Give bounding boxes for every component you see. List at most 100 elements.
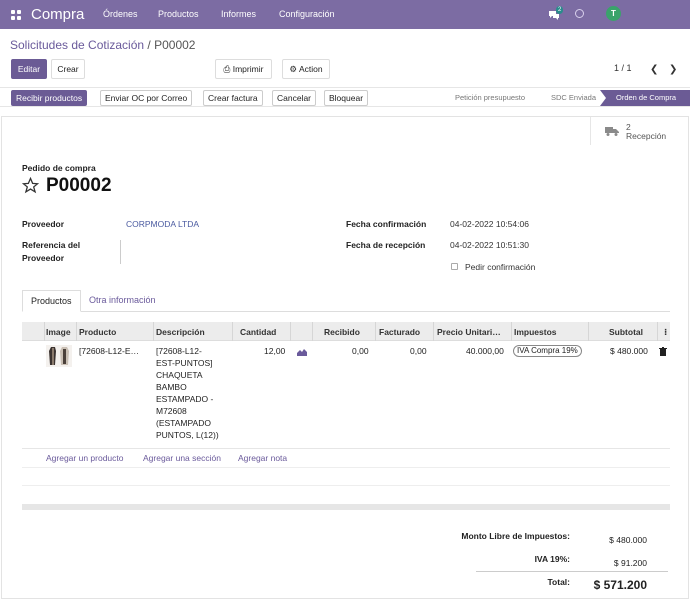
col-sep — [657, 322, 658, 341]
col-unit-price[interactable]: Precio Unitari… — [437, 327, 501, 337]
pager-value[interactable]: 1 / 1 — [614, 63, 632, 73]
row-invoiced: 0,00 — [410, 346, 427, 356]
description-line: M72608 — [156, 406, 187, 416]
total-label: Total: — [547, 577, 570, 587]
optional-columns-icon[interactable]: ⁝ — [664, 327, 667, 338]
receipt-smart-button[interactable]: 2 Recepción — [590, 117, 690, 145]
vendor-ref-label-line1: Referencia del — [22, 240, 81, 250]
untaxed-amount: $ 480.000 — [609, 535, 647, 545]
empty-row — [22, 468, 670, 486]
col-sep — [511, 322, 512, 341]
empty-row — [22, 450, 670, 468]
table-header: Image Producto Descripción Cantidad Reci… — [22, 322, 670, 341]
confirm-date-label: Fecha confirmación — [346, 219, 427, 229]
row-quantity: 12,00 — [264, 346, 286, 356]
tax-tag: IVA Compra 19% — [513, 345, 582, 357]
col-sep — [312, 322, 313, 341]
status-bar: Recibir productos Enviar OC por Correo C… — [0, 87, 690, 107]
description-line: [72608-L12- — [156, 346, 202, 356]
gear-icon: ⚙ — [289, 64, 298, 74]
print-button[interactable]: ⎙ Imprimir — [215, 59, 272, 79]
vendor-ref-field[interactable] — [120, 240, 121, 264]
row-received: 0,00 — [352, 346, 369, 356]
star-icon[interactable] — [22, 177, 39, 194]
row-product: [72608-L12-E… — [79, 346, 140, 356]
ask-confirmation-checkbox[interactable] — [451, 263, 458, 270]
description-line: (ESTAMPADO — [156, 418, 211, 428]
receive-products-button[interactable]: Recibir productos — [11, 90, 88, 106]
order-name: P00002 — [46, 175, 112, 196]
vendor-link[interactable]: CORPMODA LTDA — [126, 219, 199, 229]
col-taxes[interactable]: Impuestos — [514, 327, 557, 337]
pager-next-icon[interactable]: ❯ — [669, 64, 677, 75]
user-avatar[interactable]: T — [606, 6, 621, 21]
action-button[interactable]: ⚙ Action — [282, 59, 330, 79]
create-button[interactable]: Crear — [51, 59, 85, 79]
print-icon: ⎙ — [223, 64, 231, 74]
stage-purchase-order[interactable]: Orden de Compra — [602, 90, 688, 106]
col-product[interactable]: Producto — [79, 327, 116, 337]
receipt-date-label: Fecha de recepción — [346, 240, 426, 250]
col-invoiced[interactable]: Facturado — [379, 327, 420, 337]
menu-productos[interactable]: Productos — [158, 9, 199, 19]
col-sep — [76, 322, 77, 341]
empty-row — [22, 486, 670, 504]
table-footer — [22, 504, 670, 510]
totals-divider — [476, 571, 668, 572]
app-title[interactable]: Compra — [31, 6, 84, 23]
description-line: CHAQUETA — [156, 370, 203, 380]
col-sep — [232, 322, 233, 341]
vendor-ref-label-line2: Proveedor — [22, 253, 65, 263]
row-subtotal: $ 480.000 — [610, 346, 648, 356]
notebook-tabs: Productos Otra información — [22, 290, 670, 312]
col-quantity[interactable]: Cantidad — [240, 327, 276, 337]
cancel-button[interactable]: Cancelar — [272, 90, 317, 106]
col-image[interactable]: Image — [46, 327, 71, 337]
menu-ordenes[interactable]: Órdenes — [103, 9, 138, 19]
top-navbar: Compra Órdenes Productos Informes Config… — [0, 0, 690, 29]
description-line: PUNTOS, L(12)) — [156, 430, 219, 440]
activity-clock-icon[interactable] — [575, 9, 584, 18]
description-line: EST-PUNTOS] — [156, 358, 213, 368]
stage-rfq[interactable]: Petición presupuesto — [455, 90, 525, 106]
breadcrumb: Solicitudes de Cotización / P00002 — [10, 38, 195, 52]
lock-button[interactable]: Bloquear — [324, 90, 369, 106]
menu-configuracion[interactable]: Configuración — [279, 9, 335, 19]
create-invoice-button[interactable]: Crear factura — [203, 90, 263, 106]
breadcrumb-parent[interactable]: Solicitudes de Cotización — [10, 38, 144, 52]
stage-rfq-sent[interactable]: SDC Enviada — [551, 90, 596, 106]
tab-products[interactable]: Productos — [22, 290, 81, 312]
col-subtotal[interactable]: Subtotal — [609, 327, 643, 337]
col-sep — [433, 322, 434, 341]
chat-count-badge: 2 — [556, 6, 564, 14]
breadcrumb-separator: / — [144, 38, 155, 52]
tab-other-info[interactable]: Otra información — [81, 290, 164, 312]
vendor-label: Proveedor — [22, 219, 65, 229]
col-received[interactable]: Recibido — [324, 327, 360, 337]
pager-prev-icon[interactable]: ❮ — [650, 64, 658, 75]
apps-menu-icon[interactable] — [11, 10, 21, 20]
table-row[interactable]: [72608-L12-E… [72608-L12- EST-PUNTOS] CHAQ… — [22, 341, 670, 449]
product-image — [46, 345, 72, 367]
row-unit-price: 40.000,00 — [466, 346, 504, 356]
col-sep — [375, 322, 376, 341]
total-amount: $ 571.200 — [593, 578, 647, 592]
print-label: Imprimir — [232, 64, 264, 74]
tax-label: IVA 19%: — [534, 554, 570, 564]
form-type-label: Pedido de compra — [22, 163, 96, 173]
forecast-chart-icon[interactable] — [297, 348, 307, 356]
untaxed-label: Monto Libre de Impuestos: — [461, 531, 570, 541]
truck-icon — [605, 127, 619, 136]
col-sep — [588, 322, 589, 341]
send-po-email-button[interactable]: Enviar OC por Correo — [100, 90, 193, 106]
confirm-date-value: 04-02-2022 10:54:06 — [450, 219, 529, 229]
row-description: [72608-L12- EST-PUNTOS] CHAQUETA BAMBO ESTAM… — [156, 345, 219, 441]
ask-confirmation-label: Pedir confirmación — [465, 262, 536, 272]
col-sep — [153, 322, 154, 341]
col-description[interactable]: Descripción — [156, 327, 205, 337]
receipt-date-value: 04-02-2022 10:51:30 — [450, 240, 529, 250]
tax-amount: $ 91.200 — [613, 558, 647, 568]
delete-trash-icon[interactable] — [659, 347, 667, 356]
menu-informes[interactable]: Informes — [221, 9, 256, 19]
edit-button[interactable]: Editar — [11, 59, 47, 79]
